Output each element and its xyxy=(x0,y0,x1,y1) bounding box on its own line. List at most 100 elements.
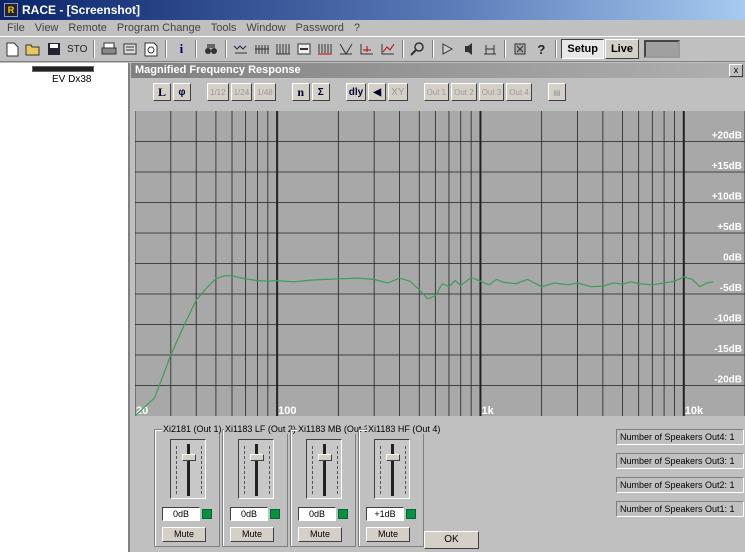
channel-strip: 0dB Mute xyxy=(222,429,288,547)
new-icon[interactable] xyxy=(2,39,22,59)
channel-strip: 0dB Mute xyxy=(290,429,356,547)
delay-button[interactable]: dly xyxy=(345,83,367,101)
ok-button[interactable]: OK xyxy=(424,531,479,549)
out-2-button[interactable]: Out 2 xyxy=(451,83,477,101)
menu-help[interactable]: ? xyxy=(349,22,365,34)
device-rack-icon[interactable] xyxy=(32,66,94,72)
channel-title: Xi1183 HF (Out 4) xyxy=(367,424,442,434)
print-icon[interactable] xyxy=(99,39,119,59)
tool-d-icon[interactable] xyxy=(294,39,314,59)
y-tick-label: +20dB xyxy=(712,131,742,142)
tool-j-icon[interactable] xyxy=(480,39,500,59)
play-icon[interactable] xyxy=(438,39,458,59)
out-4-button[interactable]: Out 4 xyxy=(506,83,532,101)
speaker-count-field: Number of Speakers Out4: 1 xyxy=(616,429,744,445)
print-setup-icon[interactable] xyxy=(120,39,140,59)
gain-fader[interactable] xyxy=(170,439,206,499)
mute-button[interactable]: Mute xyxy=(366,527,410,542)
help-icon[interactable]: ? xyxy=(531,39,551,59)
sheet-icon[interactable]: ▤ xyxy=(547,83,566,101)
window-title: RACE - [Screenshot] xyxy=(22,3,141,17)
speaker-count-field: Number of Speakers Out3: 1 xyxy=(616,453,744,469)
y-tick-label: -5dB xyxy=(720,283,742,294)
fader-track xyxy=(323,444,326,496)
sto-icon[interactable]: STO xyxy=(65,39,89,59)
channel-title: Xi1183 LF (Out 2) xyxy=(224,424,297,434)
menu-file[interactable]: File xyxy=(2,22,30,34)
x-tick-label: 10k xyxy=(685,405,704,416)
menu-tools[interactable]: Tools xyxy=(206,22,242,34)
fader-thumb[interactable] xyxy=(386,454,400,461)
save-icon[interactable] xyxy=(44,39,64,59)
toolbar-separator xyxy=(225,40,228,58)
y-tick-label: +5dB xyxy=(717,222,742,233)
fader-thumb[interactable] xyxy=(318,454,332,461)
speaker-count-field: Number of Speakers Out2: 1 xyxy=(616,477,744,493)
mute-button[interactable]: Mute xyxy=(162,527,206,542)
out-1-button[interactable]: Out 1 xyxy=(423,83,450,101)
gain-value[interactable]: 0dB xyxy=(298,507,336,521)
gain-value[interactable]: 0dB xyxy=(230,507,268,521)
tool-e-icon[interactable] xyxy=(315,39,335,59)
x-tick-label: 20 xyxy=(136,405,148,416)
tool-c-icon[interactable] xyxy=(273,39,293,59)
channel-strip: 0dB Mute xyxy=(154,429,220,547)
gain-fader[interactable] xyxy=(306,439,342,499)
setup-button[interactable]: Setup xyxy=(561,39,604,59)
oct-24-button[interactable]: 1/24 xyxy=(230,83,253,101)
phase-button[interactable]: φ xyxy=(173,83,191,101)
speaker-count-field: Number of Speakers Out1: 1 xyxy=(616,501,744,517)
frequency-response-graph[interactable]: +20dB +15dB +10dB +5dB 0dB -5dB -10dB -15dB -20d… xyxy=(134,111,745,417)
toolbar-separator xyxy=(504,40,507,58)
zoom-icon[interactable] xyxy=(408,39,428,59)
speaker-icon[interactable]: ◀ xyxy=(368,83,387,101)
menu-window[interactable]: Window xyxy=(241,22,290,34)
open-icon[interactable] xyxy=(23,39,43,59)
device-label[interactable]: EV Dx38 xyxy=(52,74,91,85)
tool-b-icon[interactable] xyxy=(252,39,272,59)
y-tick-label: -20dB xyxy=(714,375,742,386)
fader-track xyxy=(391,444,394,496)
gain-fader[interactable] xyxy=(374,439,410,499)
tool-i-icon[interactable] xyxy=(459,39,479,59)
preview-icon[interactable] xyxy=(141,39,161,59)
y-tick-label: 0dB xyxy=(723,253,742,264)
toolbar-separator xyxy=(93,40,96,58)
out-3-button[interactable]: Out 3 xyxy=(478,83,505,101)
n-button[interactable]: n xyxy=(291,83,310,101)
info-icon[interactable]: i xyxy=(171,39,191,59)
graph-toolbar: L φ 1/12 1/24 1/48 n Σ dly ◀ XY Out 1 Ou… xyxy=(131,78,745,106)
oct-48-button[interactable]: 1/48 xyxy=(254,83,276,101)
close-button[interactable]: x xyxy=(729,64,743,77)
toolbar-separator xyxy=(165,40,168,58)
menu-remote[interactable]: Remote xyxy=(63,22,112,34)
gain-value[interactable]: 0dB xyxy=(162,507,200,521)
xy-button[interactable]: XY xyxy=(388,83,408,101)
fader-thumb[interactable] xyxy=(250,454,264,461)
chip-icon[interactable] xyxy=(510,39,530,59)
live-button[interactable]: Live xyxy=(604,39,639,59)
fader-thumb[interactable] xyxy=(182,454,196,461)
tool-g-icon[interactable] xyxy=(357,39,377,59)
mute-button[interactable]: Mute xyxy=(230,527,274,542)
fader-track xyxy=(255,444,258,496)
toolbar-separator xyxy=(402,40,405,58)
menu-view[interactable]: View xyxy=(30,22,64,34)
oct-12-button[interactable]: 1/12 xyxy=(207,83,229,101)
x-tick-label: 1k xyxy=(481,405,494,416)
tool-a-icon[interactable] xyxy=(231,39,251,59)
find-icon[interactable] xyxy=(201,39,221,59)
gain-fader[interactable] xyxy=(238,439,274,499)
menu-password[interactable]: Password xyxy=(291,22,349,34)
level-button[interactable]: L xyxy=(153,83,171,101)
sum-button[interactable]: Σ xyxy=(311,83,330,101)
menu-program-change[interactable]: Program Change xyxy=(112,22,206,34)
frequency-response-chart[interactable]: +20dB +15dB +10dB +5dB 0dB -5dB -10dB -15dB -20d… xyxy=(134,111,745,417)
mute-button[interactable]: Mute xyxy=(298,527,342,542)
tool-h-icon[interactable] xyxy=(378,39,398,59)
gain-value[interactable]: +1dB xyxy=(366,507,404,521)
title-bar: R RACE - [Screenshot] xyxy=(0,0,745,20)
tool-f-icon[interactable] xyxy=(336,39,356,59)
status-indicator xyxy=(643,40,680,58)
y-tick-label: +15dB xyxy=(712,161,742,172)
